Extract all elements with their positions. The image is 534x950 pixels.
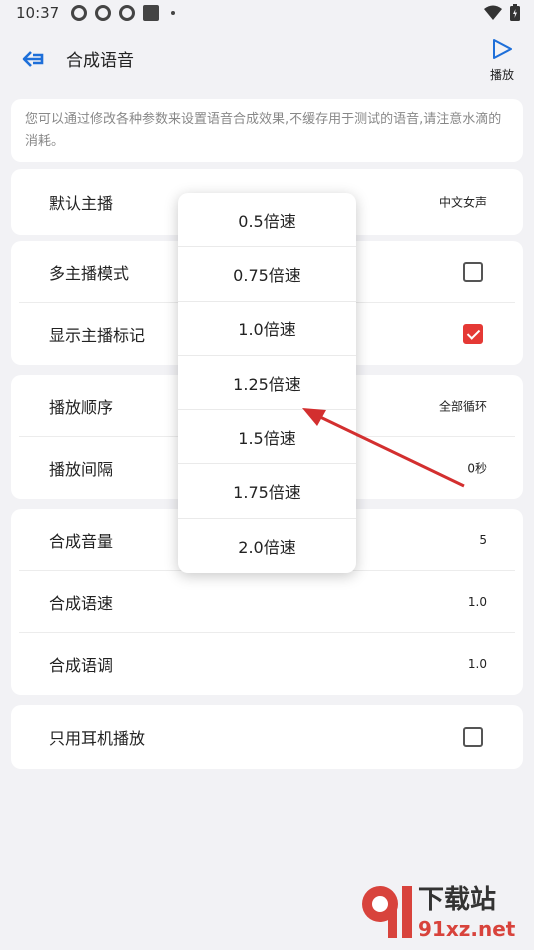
speed-option[interactable]: 2.0倍速	[178, 519, 356, 573]
speed-value: 1.0	[467, 594, 487, 609]
play-interval-label: 播放间隔	[49, 460, 114, 479]
speed-option[interactable]: 0.5倍速	[178, 193, 356, 248]
play-label: 播放	[489, 68, 514, 82]
default-voice-label: 默认主播	[49, 194, 114, 213]
speed-option[interactable]: 1.75倍速	[178, 464, 356, 519]
speed-row[interactable]: 合成语速 1.0	[19, 571, 515, 633]
app-notification-icon	[143, 5, 160, 21]
speed-option[interactable]: 1.25倍速	[178, 356, 356, 411]
speed-option[interactable]: 1.5倍速	[178, 410, 356, 465]
volume-value: 5	[479, 532, 487, 547]
multi-anchor-label: 多主播模式	[49, 263, 130, 283]
play-icon	[493, 39, 512, 59]
status-bar: 10:37	[0, 0, 534, 26]
play-button[interactable]: 播放	[486, 38, 518, 83]
notice-text: 您可以通过修改各种参数来设置语音合成效果,不缓存用于测试的语音,请注意水滴的消耗…	[25, 112, 502, 149]
app-bar: 合成语音 播放	[0, 26, 534, 92]
more-notifications-icon	[171, 11, 176, 15]
notification-icon	[119, 5, 136, 21]
speed-option[interactable]: 0.75倍速	[178, 247, 356, 302]
show-anchor-mark-checkbox[interactable]	[463, 324, 483, 344]
speed-option[interactable]: 1.0倍速	[178, 302, 356, 356]
pitch-row[interactable]: 合成语调 1.0	[19, 633, 515, 695]
notification-icon	[95, 5, 112, 21]
wifi-icon	[484, 5, 502, 20]
play-interval-value: 0秒	[467, 461, 487, 476]
site-watermark-logo: 下载站 91xz.net	[362, 885, 516, 941]
volume-label: 合成音量	[49, 531, 114, 551]
pitch-label: 合成语调	[49, 656, 114, 675]
headphones-card: 只用耳机播放	[11, 705, 523, 769]
pitch-value: 1.0	[467, 657, 487, 671]
play-order-value: 全部循环	[438, 399, 487, 413]
headphones-only-row[interactable]: 只用耳机播放	[19, 705, 515, 769]
status-time: 10:37	[16, 4, 60, 22]
back-arrow-icon[interactable]	[20, 46, 46, 72]
play-order-label: 播放顺序	[49, 397, 114, 417]
notification-icon	[71, 5, 88, 21]
headphones-only-label: 只用耳机播放	[49, 729, 146, 748]
default-voice-value: 中文女声	[438, 195, 487, 210]
headphones-only-checkbox[interactable]	[463, 727, 483, 747]
page-title: 合成语音	[66, 51, 134, 71]
battery-icon	[510, 4, 520, 21]
speed-label: 合成语速	[49, 593, 114, 613]
multi-anchor-checkbox[interactable]	[463, 261, 483, 282]
speed-dropdown-menu: 0.5倍速 0.75倍速 1.0倍速 1.25倍速 1.5倍速 1.75倍速 2…	[178, 193, 356, 573]
notice-card: 您可以通过修改各种参数来设置语音合成效果,不缓存用于测试的语音,请注意水滴的消耗…	[11, 99, 523, 162]
svg-text:下载站: 下载站	[418, 885, 496, 915]
show-anchor-mark-label: 显示主播标记	[49, 326, 146, 345]
svg-text:91xz.net: 91xz.net	[418, 917, 516, 941]
